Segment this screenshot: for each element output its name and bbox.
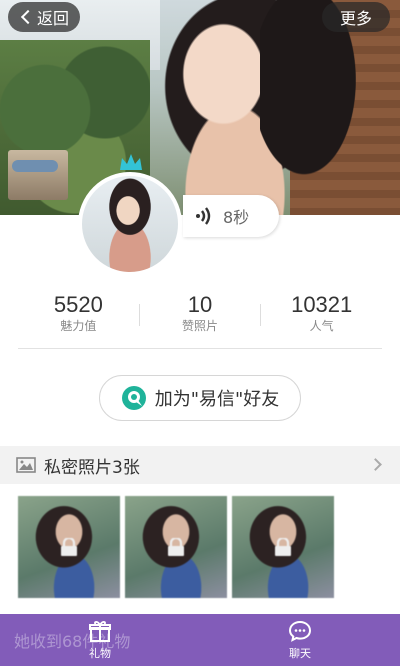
voice-duration: 8秒 [223, 208, 250, 227]
chevron-left-icon [20, 9, 36, 25]
stat-value: 5520 [53, 292, 103, 317]
more-button[interactable]: 更多 [322, 2, 390, 32]
sound-wave-icon [196, 207, 211, 225]
divider [18, 348, 382, 349]
chevron-right-icon [369, 458, 382, 471]
stat-label: 人气 [309, 319, 334, 333]
stat-charm: 5520 魅力值 [18, 292, 139, 338]
stat-label: 赞照片 [182, 319, 219, 333]
back-button[interactable]: 返回 [8, 2, 80, 32]
yixin-logo-icon [121, 386, 146, 410]
stat-value: 10321 [291, 292, 353, 317]
avatar[interactable] [78, 172, 182, 276]
cover-photo[interactable] [0, 0, 400, 215]
gifts-received-text[interactable]: 她收到68件礼物 [14, 628, 130, 652]
tab-chat-label: 聊天 [289, 647, 311, 660]
private-photo-thumb[interactable] [232, 496, 334, 598]
stat-value: 10 [187, 292, 213, 317]
more-label: 更多 [339, 9, 372, 28]
stat-popularity: 10321 人气 [261, 292, 382, 338]
lock-icon [168, 538, 184, 556]
lock-icon [61, 538, 77, 556]
back-label: 返回 [36, 9, 69, 28]
tab-chat[interactable]: 聊天 [200, 614, 400, 666]
stats-row: 5520 魅力值 10 赞照片 10321 人气 [18, 292, 382, 338]
lock-icon [275, 538, 291, 556]
image-icon [16, 457, 36, 473]
chat-icon [288, 620, 312, 642]
add-friend-label: 加为"易信"好友 [154, 389, 280, 410]
profile-page: 返回 更多 8秒 5520 魅力值 10 赞照片 10321 人气 加为"易信"… [0, 0, 400, 666]
add-yixin-friend-button[interactable]: 加为"易信"好友 [99, 375, 301, 421]
avatar-container[interactable] [78, 154, 182, 276]
private-photos-grid [18, 496, 382, 598]
crown-icon [120, 154, 142, 170]
stat-label: 魅力值 [60, 319, 97, 333]
private-photo-thumb[interactable] [125, 496, 227, 598]
voice-intro-button[interactable]: 8秒 [183, 195, 279, 237]
private-photo-thumb[interactable] [18, 496, 120, 598]
private-photos-header[interactable]: 私密照片3张 [0, 446, 400, 484]
private-photos-title: 私密照片3张 [44, 457, 140, 478]
stat-photo-likes: 10 赞照片 [140, 292, 261, 338]
